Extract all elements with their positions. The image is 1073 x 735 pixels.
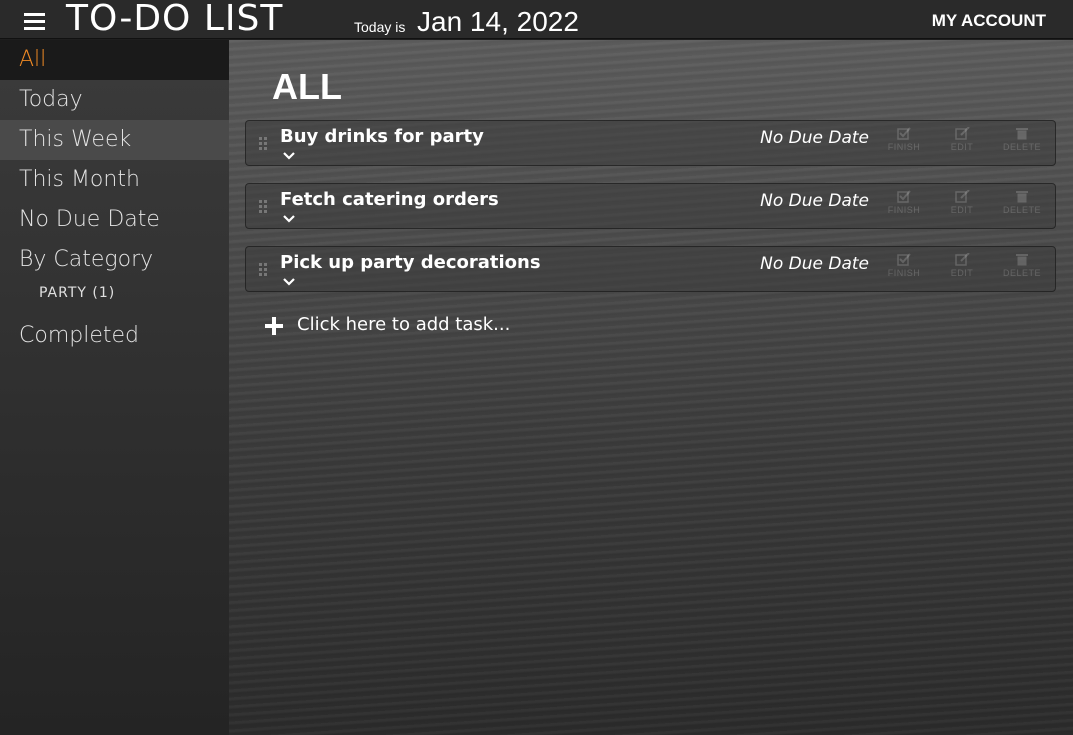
delete-button[interactable]: DELETE: [997, 253, 1047, 289]
task-item[interactable]: Pick up party decorations No Due Date FI…: [245, 246, 1056, 292]
edit-icon: [954, 253, 970, 266]
finish-label: FINISH: [887, 268, 921, 278]
finish-label: FINISH: [887, 142, 921, 152]
finish-button[interactable]: FINISH: [879, 127, 929, 163]
task-item[interactable]: Buy drinks for party No Due Date FINISH …: [245, 120, 1056, 166]
sidebar-item-this-week[interactable]: This Week: [0, 120, 229, 160]
app-title: TO-DO LIST: [66, 0, 284, 39]
task-item[interactable]: Fetch catering orders No Due Date FINISH…: [245, 183, 1056, 229]
my-account-link[interactable]: MY ACCOUNT: [932, 11, 1046, 31]
plus-icon: [265, 317, 283, 335]
task-title: Fetch catering orders: [280, 189, 499, 210]
edit-icon: [954, 190, 970, 203]
task-title: Pick up party decorations: [280, 252, 541, 273]
edit-icon: [954, 127, 970, 140]
trash-icon: [1016, 254, 1028, 266]
sidebar-category-party[interactable]: PARTY (1): [0, 280, 229, 310]
task-due-date: No Due Date: [760, 191, 869, 211]
hamburger-menu-icon[interactable]: [24, 13, 45, 30]
finish-button[interactable]: FINISH: [879, 190, 929, 226]
trash-icon: [1016, 191, 1028, 203]
trash-icon: [1016, 128, 1028, 140]
sidebar-item-completed[interactable]: Completed: [0, 316, 229, 356]
task-due-date: No Due Date: [760, 128, 869, 148]
chevron-down-icon[interactable]: [283, 277, 295, 287]
edit-button[interactable]: EDIT: [937, 253, 987, 289]
edit-button[interactable]: EDIT: [937, 127, 987, 163]
edit-label: EDIT: [950, 268, 974, 278]
chevron-down-icon[interactable]: [283, 151, 295, 161]
app-header: TO-DO LIST Today is Jan 14, 2022 MY ACCO…: [0, 0, 1073, 39]
sidebar-item-by-category[interactable]: By Category: [0, 240, 229, 280]
task-title: Buy drinks for party: [280, 126, 484, 147]
drag-handle-icon[interactable]: [259, 137, 267, 150]
delete-label: DELETE: [1002, 268, 1041, 278]
task-due-date: No Due Date: [760, 254, 869, 274]
drag-handle-icon[interactable]: [259, 263, 267, 276]
chevron-down-icon[interactable]: [283, 214, 295, 224]
delete-label: DELETE: [1002, 142, 1041, 152]
delete-label: DELETE: [1002, 205, 1041, 215]
main-panel: ALL Buy drinks for party No Due Date FIN…: [229, 40, 1073, 735]
sidebar-item-all[interactable]: All: [0, 40, 229, 80]
today-date: Jan 14, 2022: [417, 6, 579, 37]
finish-label: FINISH: [887, 205, 921, 215]
today-label: Today is: [354, 19, 406, 35]
sidebar-item-today[interactable]: Today: [0, 80, 229, 120]
finish-button[interactable]: FINISH: [879, 253, 929, 289]
checkbox-icon: [897, 253, 911, 266]
page-title: ALL: [272, 66, 342, 107]
sidebar-item-this-month[interactable]: This Month: [0, 160, 229, 200]
sidebar-item-no-due-date[interactable]: No Due Date: [0, 200, 229, 240]
checkbox-icon: [897, 190, 911, 203]
sidebar: All Today This Week This Month No Due Da…: [0, 40, 229, 735]
edit-label: EDIT: [950, 205, 974, 215]
delete-button[interactable]: DELETE: [997, 127, 1047, 163]
edit-label: EDIT: [950, 142, 974, 152]
add-task-label: Click here to add task...: [297, 314, 511, 335]
drag-handle-icon[interactable]: [259, 200, 267, 213]
edit-button[interactable]: EDIT: [937, 190, 987, 226]
delete-button[interactable]: DELETE: [997, 190, 1047, 226]
checkbox-icon: [897, 127, 911, 140]
